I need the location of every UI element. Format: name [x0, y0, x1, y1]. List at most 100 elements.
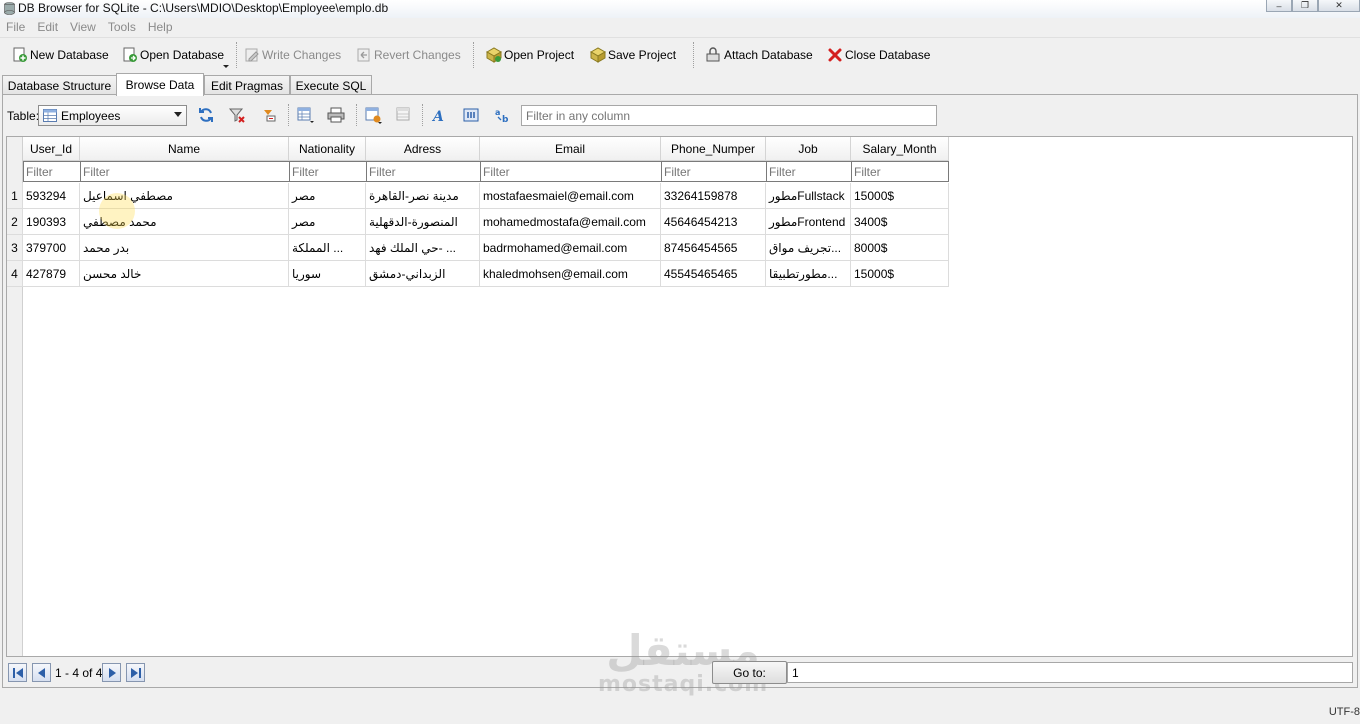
menu-view[interactable]: View [70, 18, 102, 36]
open-database-icon [123, 47, 137, 62]
print-button[interactable] [327, 106, 345, 124]
table-cell[interactable]: الزبداني-دمشق [366, 261, 480, 287]
table-cell[interactable]: 15000$ [851, 261, 949, 287]
table-cell[interactable]: مصر [289, 183, 366, 209]
table-cell[interactable]: 45545465465 [661, 261, 766, 287]
row-header[interactable]: 2 [7, 209, 23, 235]
table-cell[interactable]: 8000$ [851, 235, 949, 261]
minimize-button[interactable]: – [1266, 0, 1292, 12]
column-header-salary-month[interactable]: Salary_Month [851, 137, 949, 161]
find-replace-button[interactable]: a b [494, 106, 512, 125]
data-grid[interactable]: User_Id Name Nationality Adress Email Ph… [6, 136, 1353, 657]
column-filter-input[interactable] [852, 162, 948, 181]
table-cell[interactable]: 33264159878 [661, 183, 766, 209]
write-changes-button[interactable]: Write Changes [244, 45, 341, 65]
table-cell[interactable]: 379700 [23, 235, 80, 261]
table-select[interactable]: Employees [38, 105, 187, 126]
table-cell[interactable]: المملكة ... [289, 235, 366, 261]
table-cell[interactable]: mohamedmostafa@email.com [480, 209, 661, 235]
column-header-nationality[interactable]: Nationality [289, 137, 366, 161]
close-window-button[interactable]: ✕ [1318, 0, 1360, 12]
table-cell[interactable]: بدر محمد [80, 235, 289, 261]
table-select-value: Employees [61, 108, 121, 123]
table-cell[interactable]: 45646454213 [661, 209, 766, 235]
table-cell[interactable]: badrmohamed@email.com [480, 235, 661, 261]
sort-button[interactable] [260, 106, 278, 124]
column-header-phone-numper[interactable]: Phone_Numper [661, 137, 766, 161]
next-record-button[interactable] [102, 663, 121, 682]
table-cell[interactable]: 87456454565 [661, 235, 766, 261]
previous-record-button[interactable] [32, 663, 51, 682]
refresh-button[interactable] [197, 106, 215, 124]
menu-edit[interactable]: Edit [37, 18, 64, 36]
column-header-adress[interactable]: Adress [366, 137, 480, 161]
revert-changes-button[interactable]: Revert Changes [356, 45, 461, 65]
new-database-icon [13, 47, 27, 62]
skip-last-icon [130, 667, 141, 678]
table-cell[interactable]: mostafaesmaiel@email.com [480, 183, 661, 209]
tab-label: Edit Pragmas [210, 78, 284, 93]
chevron-down-icon [174, 112, 182, 117]
tab-edit-pragmas[interactable]: Edit Pragmas [204, 75, 290, 95]
tab-execute-sql[interactable]: Execute SQL [290, 75, 372, 95]
column-filter-input[interactable] [24, 162, 80, 181]
table-cell[interactable]: حي الملك فهد- ... [366, 235, 480, 261]
column-header-user-id[interactable]: User_Id [23, 137, 80, 161]
row-header[interactable]: 4 [7, 261, 23, 287]
attach-database-button[interactable]: Attach Database [706, 45, 813, 65]
goto-button[interactable]: Go to: [712, 661, 787, 684]
column-filter-input[interactable] [662, 162, 766, 181]
column-header-email[interactable]: Email [480, 137, 661, 161]
row-header[interactable]: 1 [7, 183, 23, 209]
column-filter-input[interactable] [481, 162, 661, 181]
open-database-button[interactable]: Open Database [122, 45, 224, 65]
table-cell[interactable]: مطورFrontend [766, 209, 851, 235]
table-cell[interactable]: مطورتطبيقا... [766, 261, 851, 287]
table-cell[interactable]: مطورFullstack [766, 183, 851, 209]
table-cell[interactable]: 15000$ [851, 183, 949, 209]
new-database-button[interactable]: New Database [12, 45, 109, 65]
table-cell[interactable]: 3400$ [851, 209, 949, 235]
menu-tools[interactable]: Tools [108, 18, 142, 36]
save-project-button[interactable]: Save Project [590, 45, 676, 65]
table-cell[interactable]: تجريف مواق... [766, 235, 851, 261]
column-filter-input[interactable] [767, 162, 851, 181]
column-filter-input[interactable] [81, 162, 289, 181]
close-database-button[interactable]: Close Database [827, 45, 930, 65]
open-project-button[interactable]: Open Project [486, 45, 574, 65]
table-cell[interactable]: المنصورة-الدقهلية [366, 209, 480, 235]
first-record-button[interactable] [8, 663, 27, 682]
table-cell[interactable]: 190393 [23, 209, 80, 235]
filter-cell-phone-numper [661, 161, 767, 182]
table-cell[interactable]: خالد محسن [80, 261, 289, 287]
table-cell[interactable]: مدينة نصر-القاهرة [366, 183, 480, 209]
table-cell[interactable]: 427879 [23, 261, 80, 287]
column-header-label: Adress [403, 141, 442, 156]
save-results-button[interactable] [296, 106, 314, 124]
font-button[interactable]: A [431, 106, 449, 125]
filter-any-column-input[interactable] [521, 105, 937, 126]
column-header-name[interactable]: Name [80, 137, 289, 161]
insert-row-icon [365, 107, 382, 124]
column-header-job[interactable]: Job [766, 137, 851, 161]
column-filter-input[interactable] [367, 162, 480, 181]
table-cell[interactable]: khaledmohsen@email.com [480, 261, 661, 287]
menu-help[interactable]: Help [148, 18, 179, 36]
tab-database-structure[interactable]: Database Structure [2, 75, 117, 95]
save-project-icon [590, 47, 606, 63]
insert-record-button[interactable] [364, 106, 382, 124]
tab-browse-data[interactable]: Browse Data [116, 73, 204, 96]
menu-file[interactable]: File [6, 18, 31, 36]
table-cell[interactable]: 593294 [23, 183, 80, 209]
maximize-button[interactable]: ❐ [1292, 0, 1318, 12]
table-cell[interactable]: سوريا [289, 261, 366, 287]
column-filter-input[interactable] [290, 162, 366, 181]
number-format-button[interactable] [462, 106, 480, 124]
clear-filters-button[interactable] [228, 106, 246, 124]
svg-text:a: a [495, 108, 500, 117]
table-cell[interactable]: مصر [289, 209, 366, 235]
delete-record-button[interactable] [395, 106, 413, 124]
row-header[interactable]: 3 [7, 235, 23, 261]
last-record-button[interactable] [126, 663, 145, 682]
goto-input[interactable] [787, 662, 1353, 683]
